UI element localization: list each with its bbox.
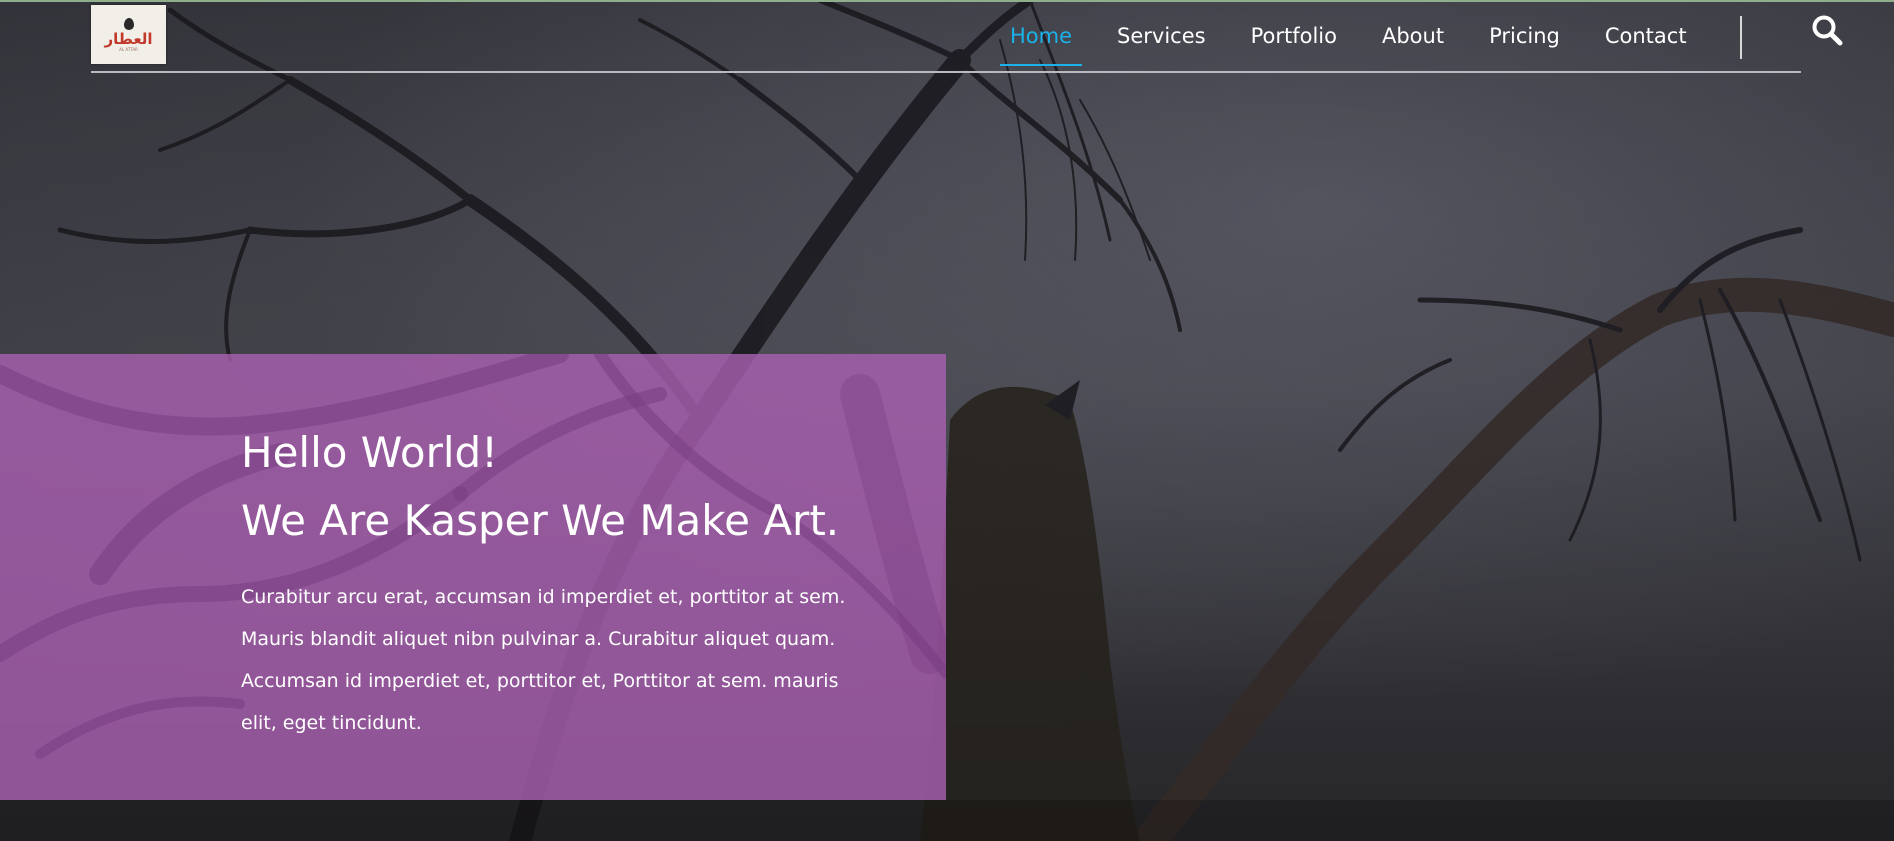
hero-paragraph: Curabitur arcu erat, accumsan id imperdi… xyxy=(241,576,881,744)
hero-paragraph-line: elit, eget tincidunt. xyxy=(241,712,422,734)
nav-divider xyxy=(1740,16,1742,59)
search-icon xyxy=(1812,15,1843,46)
main-nav: Home Services Portfolio About Pricing Co… xyxy=(999,18,1732,66)
hero-paragraph-line: Accumsan id imperdiet et, porttitor et, … xyxy=(241,670,839,692)
nav-item-portfolio[interactable]: Portfolio xyxy=(1251,18,1337,52)
logo-subtext: AL ATTAR xyxy=(119,46,138,52)
landing-page: العطار AL ATTAR Home Services Portfolio … xyxy=(0,0,1894,841)
hero-paragraph-line: Mauris blandit aliquet nibn pulvinar a. … xyxy=(241,628,836,650)
hero-paragraph-line: Curabitur arcu erat, accumsan id imperdi… xyxy=(241,586,846,608)
hero-title: Hello World! We Are Kasper We Make Art. xyxy=(241,419,839,555)
nav-item-contact[interactable]: Contact xyxy=(1605,18,1687,52)
header-underline xyxy=(91,71,1801,73)
hero-title-line-2: We Are Kasper We Make Art. xyxy=(241,496,840,545)
bottom-band xyxy=(0,800,1894,841)
nav-item-home[interactable]: Home xyxy=(999,18,1083,66)
nav-item-pricing[interactable]: Pricing xyxy=(1489,18,1560,52)
top-border xyxy=(0,0,1894,2)
nav-item-about[interactable]: About xyxy=(1382,18,1444,52)
hero-content-box: Hello World! We Are Kasper We Make Art. … xyxy=(0,354,946,800)
nav-item-services[interactable]: Services xyxy=(1117,18,1206,52)
logo-text: العطار xyxy=(104,29,153,48)
logo-drop-icon xyxy=(123,17,134,30)
site-logo[interactable]: العطار AL ATTAR xyxy=(91,5,166,64)
hero-title-line-1: Hello World! xyxy=(241,428,499,477)
search-button[interactable] xyxy=(1810,13,1844,47)
